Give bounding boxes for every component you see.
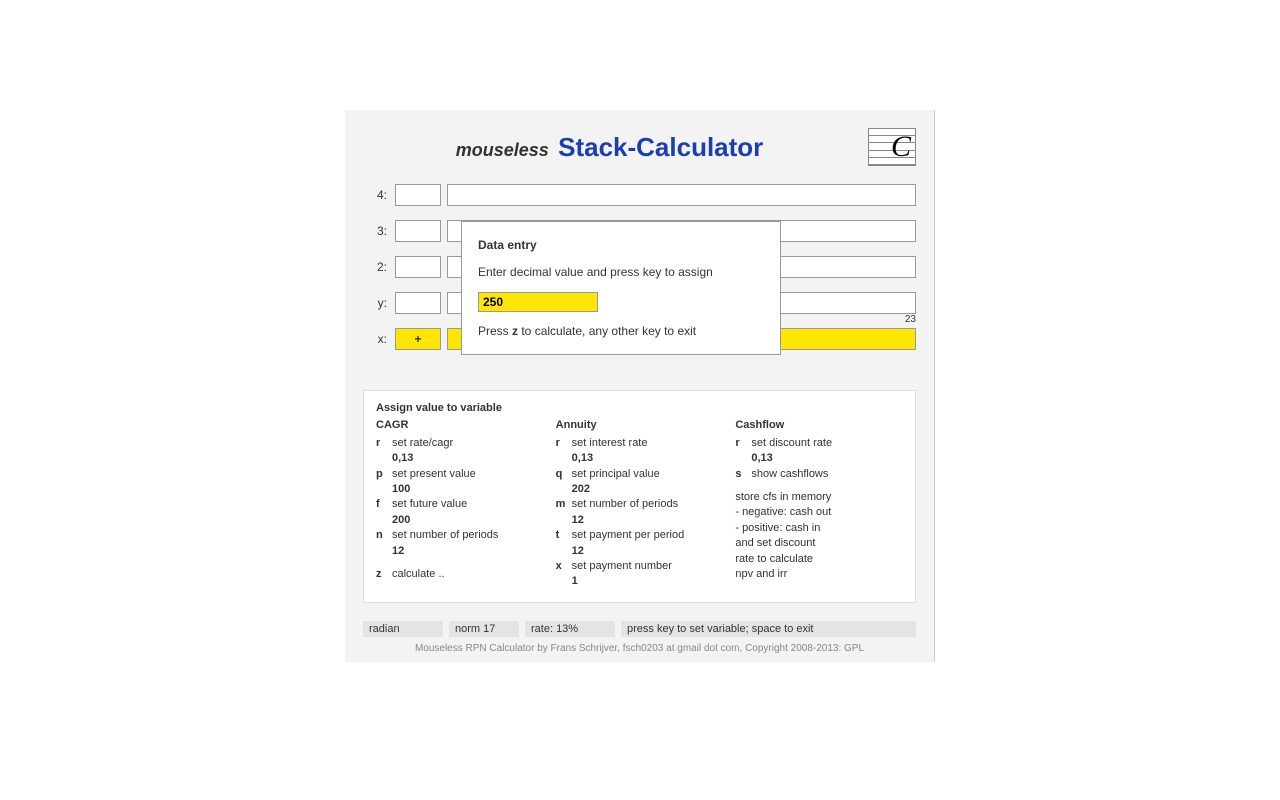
calculator-app: mouseless Stack-Calculator C 4: 3: 2: y:	[345, 110, 935, 662]
col-title-annuity: Annuity	[556, 418, 724, 433]
status-message: press key to set variable; space to exit	[621, 621, 916, 637]
help-value: 0,13	[572, 451, 724, 466]
popup-hint: Press z to calculate, any other key to e…	[478, 322, 764, 341]
col-title-cagr: CAGR	[376, 418, 544, 433]
stack-value[interactable]	[447, 184, 916, 206]
stack-op[interactable]	[395, 292, 441, 314]
help-value: 200	[392, 513, 544, 528]
help-desc: set rate/cagr0,13	[392, 436, 544, 467]
header: mouseless Stack-Calculator C	[363, 128, 916, 166]
help-item: rset rate/cagr0,13	[376, 436, 544, 467]
help-value: 0,13	[392, 451, 544, 466]
help-item: rset discount rate0,13	[735, 436, 903, 467]
help-item: pset present value100	[376, 467, 544, 498]
help-key: r	[556, 436, 572, 467]
title-prefix: mouseless	[456, 140, 549, 160]
help-desc: set present value100	[392, 467, 544, 498]
help-col-cashflow: Cashflow rset discount rate0,13sshow cas…	[735, 418, 903, 589]
help-item: qset principal value202	[556, 467, 724, 498]
popup-instruction: Enter decimal value and press key to ass…	[478, 263, 764, 282]
help-item: tset payment per period12	[556, 528, 724, 559]
help-key: r	[735, 436, 751, 467]
popup-value-input[interactable]	[478, 292, 598, 312]
help-desc: set future value200	[392, 497, 544, 528]
help-key: t	[556, 528, 572, 559]
stack-op[interactable]	[395, 256, 441, 278]
help-col-cagr: CAGR rset rate/cagr0,13pset present valu…	[376, 418, 544, 589]
help-key: f	[376, 497, 392, 528]
stack-op-current[interactable]: +	[395, 328, 441, 350]
stack-label: 4:	[363, 188, 387, 202]
logo-icon: C	[868, 128, 916, 166]
help-desc: show cashflows	[751, 467, 903, 482]
help-title: Assign value to variable	[376, 401, 903, 416]
help-panel: Assign value to variable CAGR rset rate/…	[363, 390, 916, 603]
help-value: 100	[392, 482, 544, 497]
cashflow-note: npv and irr	[735, 567, 903, 582]
help-item: rset interest rate0,13	[556, 436, 724, 467]
cashflow-note: and set discount	[735, 536, 903, 551]
help-value: 12	[572, 513, 724, 528]
footer-text: Mouseless RPN Calculator by Frans Schrij…	[363, 643, 916, 654]
help-value: 0,13	[751, 451, 903, 466]
help-desc: set interest rate0,13	[572, 436, 724, 467]
popup-title: Data entry	[478, 236, 764, 255]
help-value: 12	[392, 544, 544, 559]
help-key: x	[556, 559, 572, 590]
stack-label: 3:	[363, 224, 387, 238]
stack-row-4: 4:	[363, 184, 916, 206]
stack-label: y:	[363, 296, 387, 310]
help-value: 12	[572, 544, 724, 559]
stack-label: x:	[363, 332, 387, 346]
help-key: m	[556, 497, 572, 528]
help-desc: set principal value202	[572, 467, 724, 498]
title-main: Stack-Calculator	[558, 132, 763, 162]
cashflow-note: rate to calculate	[735, 552, 903, 567]
help-desc: set payment number1	[572, 559, 724, 590]
help-item: zcalculate ..	[376, 567, 544, 582]
help-desc: set discount rate0,13	[751, 436, 903, 467]
stack-label: 2:	[363, 260, 387, 274]
help-item: sshow cashflows	[735, 467, 903, 482]
cashflow-note: store cfs in memory	[735, 490, 903, 505]
col-title-cashflow: Cashflow	[735, 418, 903, 433]
help-desc: set payment per period12	[572, 528, 724, 559]
help-item: fset future value200	[376, 497, 544, 528]
status-rate: rate: 13%	[525, 621, 615, 637]
help-key: q	[556, 467, 572, 498]
cashflow-note: - positive: cash in	[735, 521, 903, 536]
help-desc: calculate ..	[392, 567, 544, 582]
help-desc: set number of periods12	[572, 497, 724, 528]
help-key: s	[735, 467, 751, 482]
help-desc: set number of periods12	[392, 528, 544, 559]
cashflow-note: - negative: cash out	[735, 505, 903, 520]
help-item: mset number of periods12	[556, 497, 724, 528]
help-item: xset payment number1	[556, 559, 724, 590]
help-col-annuity: Annuity rset interest rate0,13qset princ…	[556, 418, 724, 589]
help-key: p	[376, 467, 392, 498]
stack-op[interactable]	[395, 184, 441, 206]
status-norm: norm 17	[449, 621, 519, 637]
help-key: n	[376, 528, 392, 559]
data-entry-popup: Data entry Enter decimal value and press…	[461, 221, 781, 355]
status-bar: radian norm 17 rate: 13% press key to se…	[363, 621, 916, 637]
help-key: r	[376, 436, 392, 467]
step-counter: 23	[905, 314, 916, 325]
help-value: 202	[572, 482, 724, 497]
app-title: mouseless Stack-Calculator	[363, 132, 856, 163]
help-key: z	[376, 567, 392, 582]
status-mode: radian	[363, 621, 443, 637]
help-item: nset number of periods12	[376, 528, 544, 559]
stack-op[interactable]	[395, 220, 441, 242]
stack-area: 4: 3: 2: y: 23 x: + Data entry Enter d	[363, 184, 916, 350]
help-value: 1	[572, 574, 724, 589]
